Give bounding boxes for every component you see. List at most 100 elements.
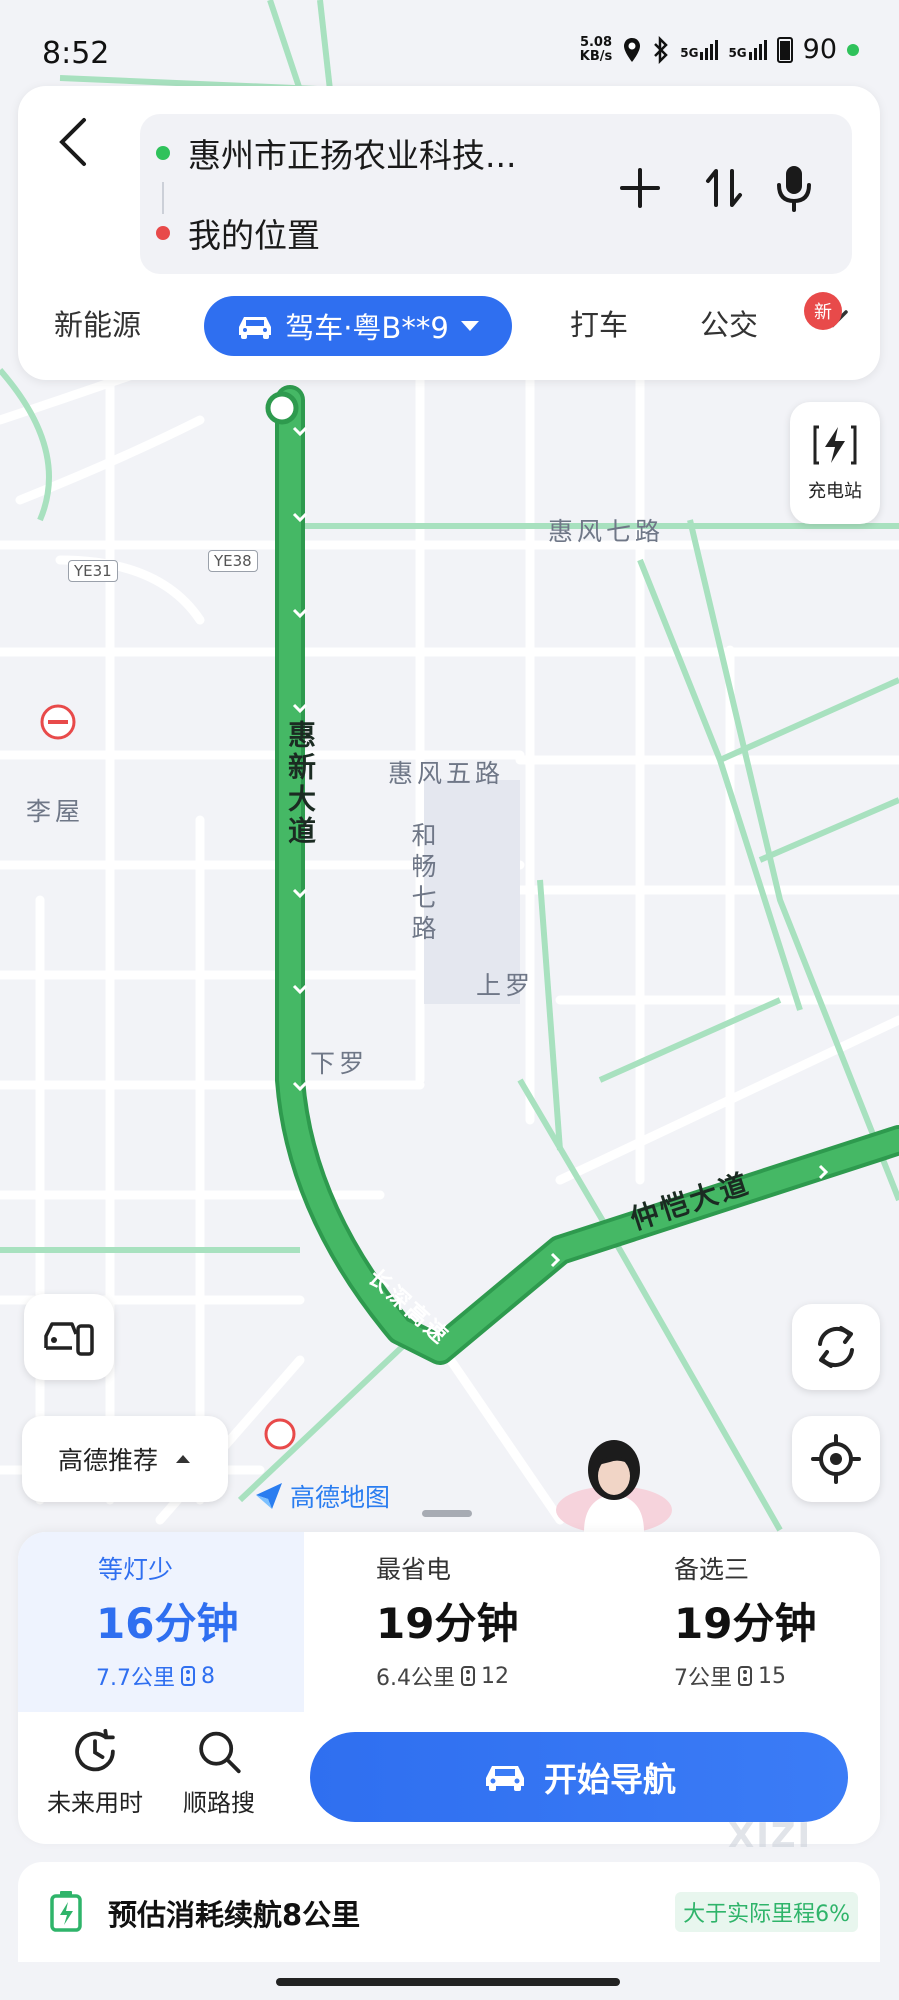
voice-input-button[interactable]: [764, 158, 824, 218]
route-search-card: 惠州市正扬农业科技... 我的位置 新能源 驾车·粤B**9 打车 公交 新: [18, 86, 880, 380]
road-label-huixin: 惠新大道: [284, 720, 317, 848]
signal-sim1-icon: 5G: [680, 39, 719, 60]
net-speed-value: 5.08: [579, 34, 613, 50]
route-options-sheet: 等灯少 16分钟 7.7公里 8 最省电 19分钟 6.4公里 12 备选三 1…: [18, 1532, 880, 1844]
origin-marker: [265, 391, 299, 425]
route-option-tag: 等灯少: [98, 1555, 174, 1584]
location-icon: [624, 37, 641, 62]
sim1-label: 5G: [680, 45, 699, 60]
origin-dot-icon: [156, 146, 170, 160]
map-label-huifeng7: 惠风七路: [548, 517, 665, 546]
route-option-tag: 最省电: [376, 1555, 452, 1584]
start-navigation-button[interactable]: 开始导航: [310, 1732, 848, 1822]
sheet-drag-handle[interactable]: [422, 1510, 472, 1517]
route-option-meta: 6.4公里 12: [376, 1660, 509, 1692]
brand-name: 高德地图: [290, 1483, 391, 1512]
sim2-label: 5G: [728, 45, 747, 60]
watermark: XIZI: [728, 1816, 813, 1856]
energy-estimate-card[interactable]: 预估消耗续航8公里 大于实际里程6%: [18, 1862, 880, 1962]
route-preference-button[interactable]: 高德推荐: [22, 1416, 228, 1502]
travel-mode-tabs: 新能源 驾车·粤B**9 打车 公交 新: [18, 292, 880, 358]
traffic-light-icon: [738, 1666, 752, 1686]
back-button[interactable]: [48, 112, 98, 172]
refresh-route-button[interactable]: [792, 1304, 880, 1390]
search-icon: [199, 1731, 241, 1774]
route-option-lights: 15: [758, 1663, 786, 1689]
route-option-distance: 7公里: [674, 1666, 732, 1691]
route-preference-label: 高德推荐: [57, 1446, 158, 1475]
caret-up-icon: [176, 1455, 190, 1463]
map-label-shangluo: 上罗: [476, 971, 535, 1000]
tab-transit[interactable]: 公交: [700, 302, 758, 344]
voice-assistant-avatar[interactable]: [550, 1436, 680, 1532]
along-route-search-button[interactable]: 顺路搜: [154, 1728, 284, 1818]
signal-sim2-icon: 5G: [728, 39, 767, 60]
route-option-3[interactable]: 备选三 19分钟 7公里 15: [594, 1532, 880, 1712]
tab-new-energy[interactable]: 新能源: [54, 302, 141, 344]
privacy-dot-icon: [847, 43, 859, 56]
route-option-time: 16分钟: [96, 1599, 239, 1648]
swap-icon: [706, 169, 742, 207]
brand-logo: 高德地图: [254, 1478, 390, 1514]
home-indicator[interactable]: [276, 1978, 620, 1986]
energy-estimate-badge: 大于实际里程6%: [675, 1892, 858, 1932]
microphone-icon: [777, 166, 811, 212]
plus-icon: [620, 168, 660, 208]
swap-route-button[interactable]: [694, 158, 754, 218]
future-time-button[interactable]: 未来用时: [30, 1728, 160, 1818]
locate-me-button[interactable]: [792, 1416, 880, 1502]
clock-icon: [75, 1728, 115, 1772]
route-option-time: 19分钟: [674, 1599, 817, 1648]
origin-field[interactable]: 惠州市正扬农业科技...: [156, 128, 516, 178]
tab-taxi[interactable]: 打车: [570, 302, 628, 344]
battery-level: 90: [802, 34, 837, 65]
map-label-liwu: 李屋: [26, 797, 85, 826]
chevron-down-icon: [460, 321, 479, 331]
status-bar: 8:52 5.08 KB/s 5G 5G 90: [0, 0, 899, 80]
car-icon: [239, 317, 272, 339]
refresh-icon: [818, 1326, 854, 1368]
net-speed-unit: KB/s: [579, 48, 613, 64]
route-option-2[interactable]: 最省电 19分钟 6.4公里 12: [308, 1532, 594, 1712]
route-option-tag: 备选三: [674, 1555, 750, 1584]
destination-dot-icon: [156, 226, 170, 240]
map-label-hechang7: 和畅七路: [408, 822, 437, 946]
traffic-light-icon: [181, 1666, 195, 1686]
tab-drive-label: 驾车·粤B**9: [285, 311, 449, 345]
charging-bolt-icon: [813, 425, 857, 465]
more-modes-button[interactable]: 新: [804, 292, 850, 334]
route-input-box: 惠州市正扬农业科技... 我的位置: [140, 114, 852, 274]
route-option-time: 19分钟: [376, 1599, 519, 1648]
map-label-huifeng5: 惠风五路: [388, 759, 505, 788]
road-shield-ye38: YE38: [208, 550, 258, 572]
tab-drive[interactable]: 驾车·粤B**9: [204, 296, 512, 356]
add-waypoint-button[interactable]: [610, 158, 670, 218]
route-option-meta: 7.7公里 8: [96, 1660, 215, 1692]
traffic-light-icon: [461, 1666, 475, 1686]
battery-bolt-icon: [50, 1891, 82, 1932]
route-option-lights: 8: [201, 1663, 215, 1689]
map-label-xialuo: 下罗: [310, 1049, 369, 1078]
destination-text: 我的位置: [188, 216, 320, 255]
route-option-distance: 6.4公里: [376, 1666, 455, 1691]
traffic-car-icon: [44, 1322, 94, 1356]
route-option-lights: 12: [481, 1663, 509, 1689]
status-icons: 5.08 KB/s 5G 5G 90: [580, 34, 859, 65]
traffic-toggle-button[interactable]: [24, 1294, 114, 1380]
future-time-label: 未来用时: [47, 1789, 143, 1817]
bluetooth-icon: [654, 35, 669, 64]
back-arrow-icon: [59, 118, 86, 166]
energy-estimate-text: 预估消耗续航8公里: [108, 1898, 361, 1932]
car-icon: [486, 1766, 524, 1791]
status-time: 8:52: [42, 36, 110, 71]
origin-text: 惠州市正扬农业科技...: [188, 136, 517, 175]
crosshair-icon: [811, 1434, 861, 1484]
route-option-meta: 7公里 15: [674, 1660, 786, 1692]
route-option-1[interactable]: 等灯少 16分钟 7.7公里 8: [18, 1532, 304, 1712]
start-navigation-label: 开始导航: [544, 1760, 676, 1799]
route-option-distance: 7.7公里: [96, 1666, 175, 1691]
destination-field[interactable]: 我的位置: [156, 208, 320, 258]
charging-station-button[interactable]: 充电站: [790, 402, 880, 524]
charging-station-label: 充电站: [808, 481, 862, 502]
battery-icon: [776, 36, 793, 63]
